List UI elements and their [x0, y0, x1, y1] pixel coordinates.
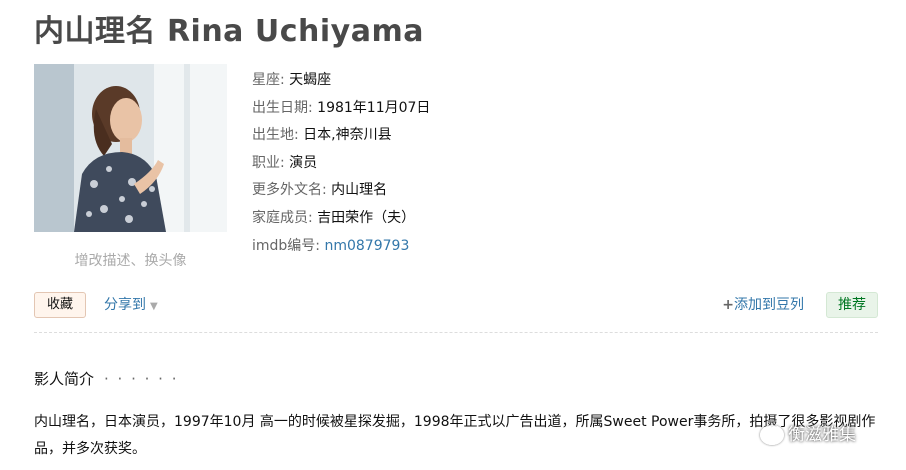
edit-description-link[interactable]: 增改描述、换头像 — [34, 250, 227, 270]
watermark: 衡滋雅集 — [760, 420, 856, 445]
intro-text: 内山理名，日本演员，1997年10月 高一的时候被星探发掘，1998年正式以广告… — [34, 414, 876, 457]
celebrity-info: 星座: 天蝎座 出生日期: 1981年11月07日 出生地: 日本,神奈川县 职… — [252, 67, 430, 260]
info-row-imdb: imdb编号: nm0879793 — [252, 233, 430, 261]
portrait-image — [34, 64, 227, 232]
divider — [34, 332, 878, 333]
intro-heading-dots: · · · · · · — [104, 370, 179, 388]
wechat-icon — [760, 425, 784, 445]
intro-heading: 影人简介 · · · · · · — [34, 368, 178, 389]
info-value: 吉田荣作（夫） — [317, 209, 416, 226]
info-value: 内山理名 — [331, 182, 388, 199]
info-value: 天蝎座 — [289, 72, 332, 88]
info-value: 演员 — [289, 154, 318, 171]
info-value: 1981年11月07日 — [317, 99, 431, 116]
collect-button[interactable]: 收藏 — [34, 292, 87, 318]
info-row-constellation: 星座: 天蝎座 — [252, 67, 430, 95]
share-dropdown[interactable]: 分享到 ▼ — [104, 294, 158, 314]
info-row-birthplace: 出生地: 日本,神奈川县 — [252, 122, 430, 150]
chevron-down-icon: ▼ — [150, 301, 158, 312]
info-row-birthdate: 出生日期: 1981年11月07日 — [252, 95, 430, 123]
info-label: 出生日期: — [252, 99, 313, 116]
info-value: 日本,神奈川县 — [303, 127, 392, 144]
watermark-text: 衡滋雅集 — [788, 425, 856, 445]
share-label: 分享到 — [104, 297, 146, 313]
info-label: 家庭成员: — [252, 209, 313, 226]
info-row-family: 家庭成员: 吉田荣作（夫） — [252, 205, 430, 233]
info-label: 更多外文名: — [252, 182, 327, 199]
celebrity-photo[interactable] — [34, 64, 227, 232]
info-label: 星座: — [252, 72, 285, 88]
intro-heading-text: 影人简介 — [34, 370, 95, 388]
info-label: 出生地: — [252, 127, 299, 144]
add-to-doulist-button[interactable]: +添加到豆列 — [722, 294, 804, 314]
imdb-link[interactable]: nm0879793 — [324, 238, 409, 254]
info-label: imdb编号: — [252, 237, 321, 254]
recommend-button[interactable]: 推荐 — [826, 292, 878, 318]
info-row-foreign-names: 更多外文名: 内山理名 — [252, 177, 430, 205]
page-title: 内山理名 Rina Uchiyama — [34, 14, 424, 49]
action-bar: 收藏 分享到 ▼ +添加到豆列 推荐 — [34, 292, 878, 320]
info-row-profession: 职业: 演员 — [252, 150, 430, 178]
plus-icon: + — [722, 297, 734, 313]
info-label: 职业: — [252, 154, 285, 171]
add-to-doulist-label: 添加到豆列 — [734, 297, 804, 313]
